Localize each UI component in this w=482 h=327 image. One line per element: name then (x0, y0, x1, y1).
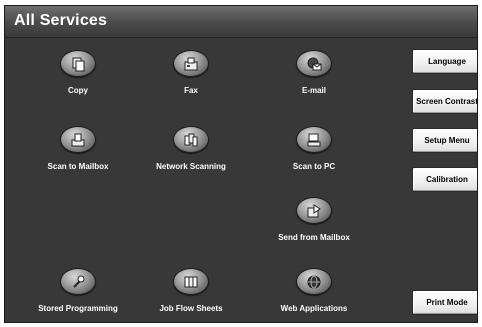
copy-label: Copy (68, 86, 88, 95)
stored-programming-icon (60, 268, 96, 295)
email-button[interactable]: E-mail (249, 50, 379, 108)
screen-contrast-button[interactable]: Screen Contrast (412, 89, 477, 114)
fax-icon (173, 50, 209, 77)
network-scanning-icon (173, 126, 209, 153)
email-label: E-mail (301, 86, 326, 95)
send-from-mailbox-button[interactable]: Send from Mailbox (249, 197, 379, 255)
language-button[interactable]: Language (412, 49, 477, 74)
scan-to-pc-icon (296, 126, 332, 153)
setup-menu-button[interactable]: Setup Menu (412, 128, 477, 153)
web-applications-icon (296, 268, 332, 295)
job-flow-sheets-button[interactable]: Job Flow Sheets (126, 268, 256, 322)
email-icon (296, 50, 332, 77)
copy-icon (60, 50, 96, 77)
calibration-button[interactable]: Calibration (412, 167, 477, 192)
scan-to-mailbox-icon (60, 126, 96, 153)
all-services-panel: All Services Copy Fax E-mail Scan to Mai… (4, 5, 478, 323)
job-flow-sheets-icon (173, 268, 209, 295)
send-from-mailbox-icon (296, 197, 332, 224)
send-from-mailbox-label: Send from Mailbox (278, 233, 350, 242)
web-applications-label: Web Applications (280, 304, 348, 313)
scan-to-pc-label: Scan to PC (292, 162, 336, 171)
scan-to-mailbox-button[interactable]: Scan to Mailbox (13, 126, 143, 184)
services-grid: Copy Fax E-mail Scan to Mailbox Network … (5, 38, 405, 322)
print-mode-button[interactable]: Print Mode (412, 290, 477, 315)
scan-to-mailbox-label: Scan to Mailbox (47, 162, 109, 171)
network-scanning-button[interactable]: Network Scanning (126, 126, 256, 184)
network-scanning-label: Network Scanning (156, 162, 226, 171)
stored-programming-label: Stored Programming (38, 304, 118, 313)
stored-programming-button[interactable]: Stored Programming (13, 268, 143, 322)
scan-to-pc-button[interactable]: Scan to PC (249, 126, 379, 184)
fax-button[interactable]: Fax (126, 50, 256, 108)
job-flow-sheets-label: Job Flow Sheets (159, 304, 223, 313)
title-bar: All Services (5, 6, 477, 38)
web-applications-button[interactable]: Web Applications (249, 268, 379, 322)
copy-button[interactable]: Copy (13, 50, 143, 108)
side-menu: Language Screen Contrast Setup Menu Cali… (407, 38, 477, 322)
page-title: All Services (14, 12, 108, 29)
fax-label: Fax (184, 86, 198, 95)
